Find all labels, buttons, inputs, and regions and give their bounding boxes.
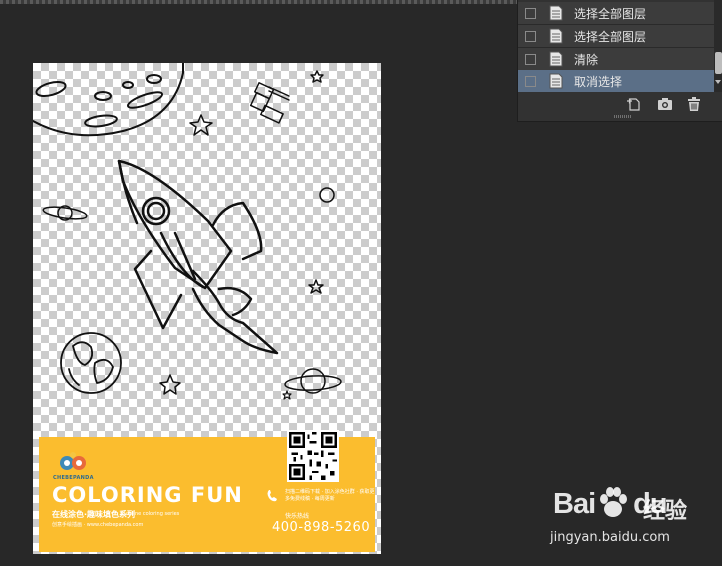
qr-code — [287, 430, 339, 482]
scroll-down-arrow-icon[interactable] — [715, 80, 721, 84]
promo-banner: CHEBEPANDA COLORING FUN 在线涂色·趣味填色系列 onli… — [39, 430, 375, 552]
document-icon — [549, 51, 563, 67]
logo-text: CHEBEPANDA — [53, 475, 94, 481]
banner-subtitle-small: online coloring series — [126, 511, 180, 517]
ringed-planet-illustration — [284, 368, 342, 394]
watermark-brand-bai: Bai — [553, 488, 596, 520]
history-item-label: 选择全部图层 — [574, 6, 647, 21]
history-item[interactable]: 清除 — [518, 48, 714, 71]
phone-icon — [267, 490, 277, 502]
banner-tagline: 创意手绘插画 · www.chebepanda.com — [52, 522, 144, 528]
document-icon — [549, 73, 563, 89]
rocket-illustration — [117, 159, 279, 355]
star-illustration — [159, 374, 181, 395]
watermark-cn: 经验 — [643, 499, 688, 524]
history-item-label: 选择全部图层 — [574, 29, 647, 44]
banner-fine-print: 扫描二维码下载 · 加入涂色社群 · 获取更多免费线稿 · 每周更新 — [285, 489, 375, 502]
phone-number: 400-898-5260 — [272, 520, 371, 535]
history-item[interactable]: 选择全部图层 — [518, 2, 714, 25]
baidu-jingyan-watermark: Bai du 经验 jingyan.baidu.com — [548, 487, 718, 550]
scrollbar-thumb[interactable] — [715, 52, 722, 74]
new-document-icon[interactable] — [626, 96, 642, 112]
document-icon — [549, 5, 563, 21]
history-item-checkbox[interactable] — [525, 53, 536, 65]
history-item-checkbox[interactable] — [525, 30, 536, 42]
history-item[interactable]: 选择全部图层 — [518, 25, 714, 48]
history-scrollbar[interactable] — [714, 0, 722, 92]
baidu-paw-icon — [600, 487, 627, 517]
history-panel: 选择全部图层 选择全部图层 清除 取消选择 — [517, 0, 722, 122]
ringed-planet-illustration — [42, 205, 88, 221]
contact-label: 快乐热线 — [285, 513, 310, 520]
history-item-label: 清除 — [574, 52, 599, 67]
watermark-url: jingyan.baidu.com — [550, 530, 670, 545]
history-item-checkbox[interactable] — [525, 75, 536, 87]
camera-icon[interactable] — [657, 96, 673, 112]
star-illustration — [308, 279, 324, 294]
dot-planet-illustration — [319, 187, 335, 203]
star-illustration — [189, 114, 213, 136]
document-icon — [549, 28, 563, 44]
panel-resize-grip[interactable] — [614, 115, 632, 118]
history-item-selected[interactable]: 取消选择 — [518, 70, 714, 93]
history-panel-footer — [518, 92, 722, 121]
panda-logo-icon — [60, 452, 86, 470]
history-item-label: 取消选择 — [574, 74, 623, 89]
satellite-illustration — [249, 82, 290, 124]
earth-illustration — [60, 332, 122, 394]
banner-headline: COLORING FUN — [52, 483, 243, 507]
document-canvas[interactable]: CHEBEPANDA COLORING FUN 在线涂色·趣味填色系列 onli… — [33, 63, 381, 554]
star-illustration — [282, 390, 292, 400]
history-item-checkbox[interactable] — [525, 7, 536, 19]
trash-icon[interactable] — [686, 96, 702, 112]
banner-subtitle: 在线涂色·趣味填色系列 — [52, 510, 136, 519]
star-illustration — [310, 70, 324, 83]
moon-illustration — [33, 63, 184, 137]
